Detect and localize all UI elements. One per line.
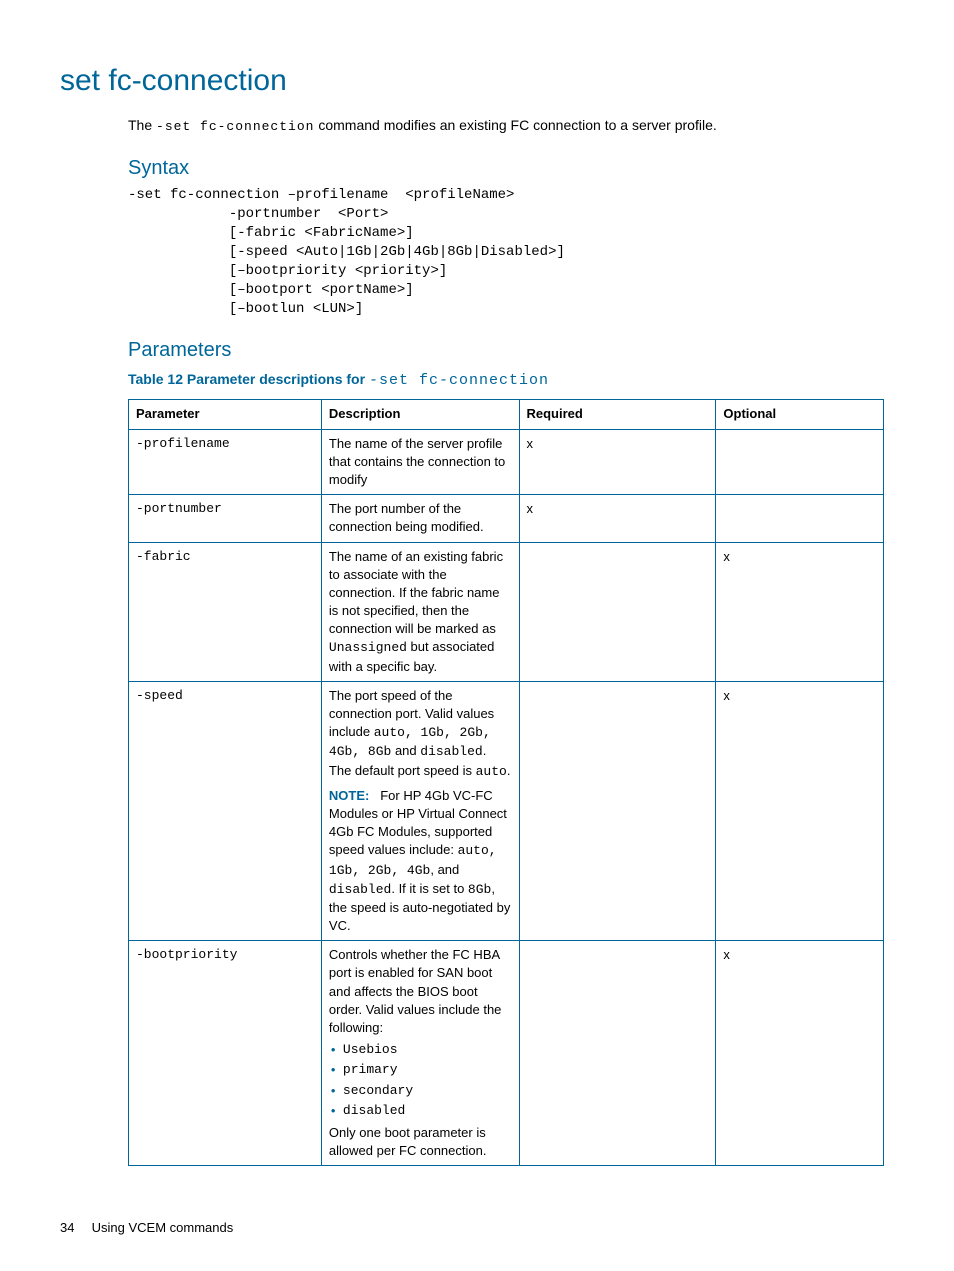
note-8gb: 8Gb	[468, 882, 491, 897]
table-row: -bootpriority Controls whether the FC HB…	[129, 941, 884, 1166]
table-row: -fabric The name of an existing fabric t…	[129, 542, 884, 681]
list-item: primary	[329, 1061, 512, 1079]
param-desc-profilename: The name of the server profile that cont…	[321, 429, 519, 495]
header-optional: Optional	[716, 400, 884, 429]
speed-p1-auto: auto	[476, 764, 507, 779]
bootpriority-intro: Controls whether the FC HBA port is enab…	[329, 946, 512, 1037]
note-disabled: disabled	[329, 882, 391, 897]
param-desc-fabric: The name of an existing fabric to associ…	[321, 542, 519, 681]
page-footer: 34 Using VCEM commands	[60, 1219, 233, 1237]
param-name-portnumber: -portnumber	[129, 495, 322, 542]
caption-command: -set fc-connection	[369, 372, 549, 389]
header-parameter: Parameter	[129, 400, 322, 429]
header-description: Description	[321, 400, 519, 429]
bootpriority-bullets: Usebios primary secondary disabled	[329, 1041, 512, 1120]
speed-desc-p1: The port speed of the connection port. V…	[329, 687, 512, 781]
param-opt-speed: x	[716, 681, 884, 940]
param-req-profilename: x	[519, 429, 716, 495]
section-title: set fc-connection	[60, 60, 884, 102]
parameters-heading: Parameters	[128, 336, 884, 364]
param-req-portnumber: x	[519, 495, 716, 542]
param-name-speed: -speed	[129, 681, 322, 940]
param-req-fabric	[519, 542, 716, 681]
syntax-block: -set fc-connection –profilename <profile…	[128, 186, 884, 318]
parameters-table: Parameter Description Required Optional …	[128, 399, 884, 1166]
intro-pre: The	[128, 117, 156, 133]
list-item: Usebios	[329, 1041, 512, 1059]
list-item: disabled	[329, 1102, 512, 1120]
param-opt-fabric: x	[716, 542, 884, 681]
intro-command: -set fc-connection	[156, 119, 314, 134]
param-opt-bootpriority: x	[716, 941, 884, 1166]
chapter-title: Using VCEM commands	[92, 1220, 234, 1235]
bootpriority-outro: Only one boot parameter is allowed per F…	[329, 1124, 512, 1160]
param-req-bootpriority	[519, 941, 716, 1166]
fabric-desc-pre: The name of an existing fabric to associ…	[329, 549, 503, 637]
table-row: -profilename The name of the server prof…	[129, 429, 884, 495]
intro-paragraph: The -set fc-connection command modifies …	[128, 116, 884, 136]
table-header-row: Parameter Description Required Optional	[129, 400, 884, 429]
table-row: -portnumber The port number of the conne…	[129, 495, 884, 542]
param-desc-bootpriority: Controls whether the FC HBA port is enab…	[321, 941, 519, 1166]
header-required: Required	[519, 400, 716, 429]
page-container: set fc-connection The -set fc-connection…	[0, 0, 954, 1271]
intro-post: command modifies an existing FC connecti…	[314, 117, 716, 133]
param-req-speed	[519, 681, 716, 940]
param-name-profilename: -profilename	[129, 429, 322, 495]
caption-prefix: Table 12 Parameter descriptions for	[128, 371, 369, 387]
list-item: secondary	[329, 1082, 512, 1100]
speed-note: NOTE: For HP 4Gb VC-FC Modules or HP Vir…	[329, 787, 512, 936]
param-opt-portnumber	[716, 495, 884, 542]
param-opt-profilename	[716, 429, 884, 495]
table-row: -speed The port speed of the connection …	[129, 681, 884, 940]
param-name-bootpriority: -bootpriority	[129, 941, 322, 1166]
note-label: NOTE:	[329, 788, 369, 803]
param-desc-speed: The port speed of the connection port. V…	[321, 681, 519, 940]
speed-p1-disabled: disabled	[420, 744, 482, 759]
syntax-heading: Syntax	[128, 154, 884, 182]
param-name-fabric: -fabric	[129, 542, 322, 681]
speed-p1-end: .	[507, 763, 511, 778]
note-mid2: . If it is set to	[391, 881, 468, 896]
table-caption: Table 12 Parameter descriptions for -set…	[128, 370, 884, 391]
note-mid1: , and	[430, 862, 459, 877]
speed-p1-mid: and	[391, 743, 420, 758]
param-desc-portnumber: The port number of the connection being …	[321, 495, 519, 542]
fabric-desc-mono: Unassigned	[329, 640, 407, 655]
page-number: 34	[60, 1219, 88, 1237]
